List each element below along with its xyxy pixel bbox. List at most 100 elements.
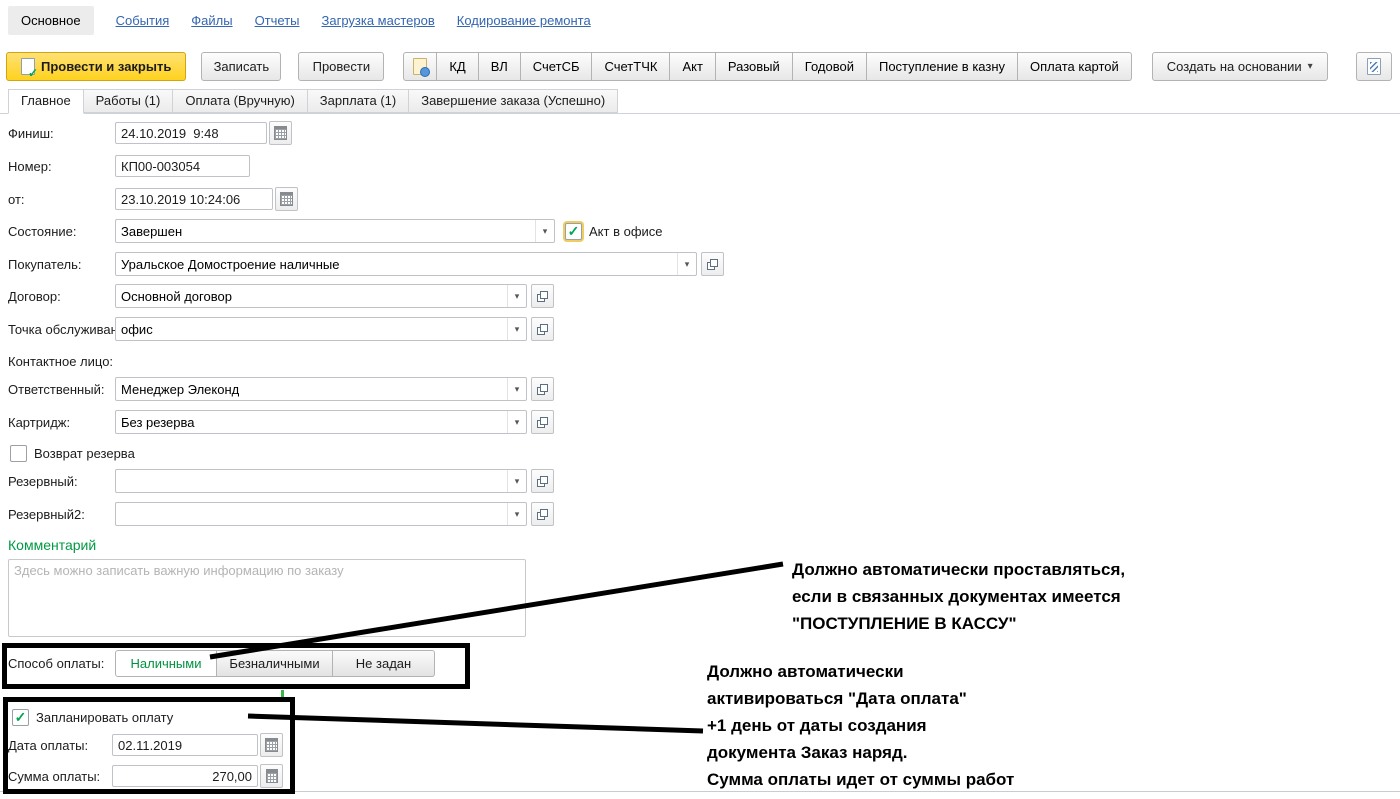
calendar-icon[interactable] bbox=[269, 121, 292, 145]
calendar-icon[interactable] bbox=[275, 187, 298, 211]
section-nav: Основное События Файлы Отчеты Загрузка м… bbox=[0, 0, 1400, 41]
contract-row: Договор: ▾ bbox=[8, 284, 554, 308]
calendar-icon[interactable] bbox=[260, 733, 283, 757]
tab-order-completion[interactable]: Завершение заказа (Успешно) bbox=[408, 89, 618, 113]
copy-document-button[interactable] bbox=[1356, 52, 1392, 81]
buyer-label: Покупатель: bbox=[8, 257, 115, 272]
chevron-down-icon[interactable]: ▾ bbox=[507, 470, 526, 492]
create-based-on-button[interactable]: Создать на основании ▾ bbox=[1152, 52, 1328, 81]
note-line: активироваться "Дата оплата" bbox=[707, 685, 1014, 712]
reserve2-label: Резервный2: bbox=[8, 507, 115, 522]
treasury-receipt-button[interactable]: Поступление в казну bbox=[867, 52, 1018, 81]
payment-method-label: Способ оплаты: bbox=[8, 656, 115, 671]
post-button[interactable]: Провести bbox=[298, 52, 384, 81]
kd-button[interactable]: КД bbox=[437, 52, 478, 81]
open-reserve2-icon[interactable] bbox=[531, 502, 554, 526]
open-service-point-icon[interactable] bbox=[531, 317, 554, 341]
responsible-row: Ответственный: ▾ bbox=[8, 377, 554, 401]
tab-main[interactable]: Главное bbox=[8, 89, 84, 114]
open-responsible-icon[interactable] bbox=[531, 377, 554, 401]
act-button[interactable]: Акт bbox=[670, 52, 715, 81]
responsible-select[interactable]: ▾ bbox=[115, 377, 527, 401]
plan-payment-checkbox[interactable] bbox=[12, 709, 29, 726]
comment-textarea[interactable] bbox=[8, 559, 526, 637]
payment-none-button[interactable]: Не задан bbox=[333, 650, 435, 677]
reserve2-select[interactable]: ▾ bbox=[115, 502, 527, 526]
order-form-window: Основное События Файлы Отчеты Загрузка м… bbox=[0, 0, 1400, 799]
annual-button[interactable]: Годовой bbox=[793, 52, 867, 81]
cartridge-select[interactable]: ▾ bbox=[115, 410, 527, 434]
finish-input[interactable] bbox=[115, 122, 267, 144]
note-line: "ПОСТУПЛЕНИЕ В КАССУ" bbox=[792, 610, 1125, 637]
chevron-down-icon[interactable]: ▾ bbox=[535, 220, 554, 242]
date-label: от: bbox=[8, 192, 115, 207]
pay-sum-label: Сумма оплаты: bbox=[8, 769, 112, 784]
calculator-icon[interactable] bbox=[260, 764, 283, 788]
one-time-button[interactable]: Разовый bbox=[716, 52, 793, 81]
chevron-down-icon[interactable]: ▾ bbox=[507, 411, 526, 433]
contract-input[interactable] bbox=[116, 285, 507, 307]
return-reserve-row: Возврат резерва bbox=[10, 441, 135, 465]
date-input[interactable] bbox=[115, 188, 273, 210]
number-input[interactable] bbox=[115, 155, 250, 177]
cartridge-input[interactable] bbox=[116, 411, 507, 433]
post-and-close-button[interactable]: Провести и закрыть bbox=[6, 52, 186, 81]
return-reserve-label: Возврат резерва bbox=[34, 446, 135, 461]
chevron-down-icon[interactable]: ▾ bbox=[677, 253, 696, 275]
nav-link-repair-coding[interactable]: Кодирование ремонта bbox=[457, 13, 591, 28]
reserve1-input[interactable] bbox=[116, 470, 507, 492]
vl-button[interactable]: ВЛ bbox=[479, 52, 521, 81]
open-buyer-icon[interactable] bbox=[701, 252, 724, 276]
splitter-grip[interactable] bbox=[281, 690, 284, 701]
save-button[interactable]: Записать bbox=[201, 52, 281, 81]
number-row: Номер: bbox=[8, 154, 250, 178]
contact-row: Контактное лицо: bbox=[8, 349, 113, 373]
chevron-down-icon[interactable]: ▾ bbox=[507, 318, 526, 340]
buyer-select[interactable]: ▾ bbox=[115, 252, 697, 276]
invoice-tchk-button[interactable]: СчетТЧК bbox=[592, 52, 670, 81]
state-row: Состояние: ▾ Акт в офисе bbox=[8, 219, 663, 243]
tab-salary[interactable]: Зарплата (1) bbox=[307, 89, 409, 113]
nav-tab-main[interactable]: Основное bbox=[8, 6, 94, 35]
tab-payment[interactable]: Оплата (Вручную) bbox=[172, 89, 307, 113]
open-cartridge-icon[interactable] bbox=[531, 410, 554, 434]
number-label: Номер: bbox=[8, 159, 115, 174]
post-and-close-label: Провести и закрыть bbox=[41, 59, 171, 74]
reserve1-select[interactable]: ▾ bbox=[115, 469, 527, 493]
state-input[interactable] bbox=[116, 220, 535, 242]
return-reserve-checkbox[interactable] bbox=[10, 445, 27, 462]
chevron-down-icon[interactable]: ▾ bbox=[507, 503, 526, 525]
nav-link-files[interactable]: Файлы bbox=[191, 13, 232, 28]
nav-link-reports[interactable]: Отчеты bbox=[255, 13, 300, 28]
nav-link-events[interactable]: События bbox=[116, 13, 170, 28]
contact-label: Контактное лицо: bbox=[8, 354, 113, 369]
state-select[interactable]: ▾ bbox=[115, 219, 555, 243]
cartridge-label: Картридж: bbox=[8, 415, 115, 430]
act-in-office-checkbox[interactable] bbox=[565, 223, 582, 240]
pay-date-row: Дата оплаты: bbox=[8, 733, 283, 757]
chevron-down-icon[interactable]: ▾ bbox=[507, 285, 526, 307]
nav-link-masters-load[interactable]: Загрузка мастеров bbox=[322, 13, 435, 28]
pay-sum-input[interactable] bbox=[112, 765, 258, 787]
open-reserve1-icon[interactable] bbox=[531, 469, 554, 493]
open-contract-icon[interactable] bbox=[531, 284, 554, 308]
pay-date-label: Дата оплаты: bbox=[8, 738, 112, 753]
post-document-button[interactable] bbox=[403, 52, 437, 81]
service-point-input[interactable] bbox=[116, 318, 507, 340]
act-in-office-label: Акт в офисе bbox=[589, 224, 663, 239]
reserve2-input[interactable] bbox=[116, 503, 507, 525]
reserve1-row: Резервный: ▾ bbox=[8, 469, 554, 493]
pay-date-input[interactable] bbox=[112, 734, 258, 756]
contract-select[interactable]: ▾ bbox=[115, 284, 527, 308]
document-clock-icon bbox=[413, 58, 427, 75]
card-payment-button[interactable]: Оплата картой bbox=[1018, 52, 1132, 81]
payment-cash-button[interactable]: Наличными bbox=[115, 650, 217, 677]
responsible-input[interactable] bbox=[116, 378, 507, 400]
payment-cashless-button[interactable]: Безналичными bbox=[217, 650, 333, 677]
service-point-select[interactable]: ▾ bbox=[115, 317, 527, 341]
tab-works[interactable]: Работы (1) bbox=[83, 89, 174, 113]
chevron-down-icon[interactable]: ▾ bbox=[507, 378, 526, 400]
invoice-sb-button[interactable]: СчетСБ bbox=[521, 52, 593, 81]
reserve2-row: Резервный2: ▾ bbox=[8, 502, 554, 526]
buyer-input[interactable] bbox=[116, 253, 677, 275]
